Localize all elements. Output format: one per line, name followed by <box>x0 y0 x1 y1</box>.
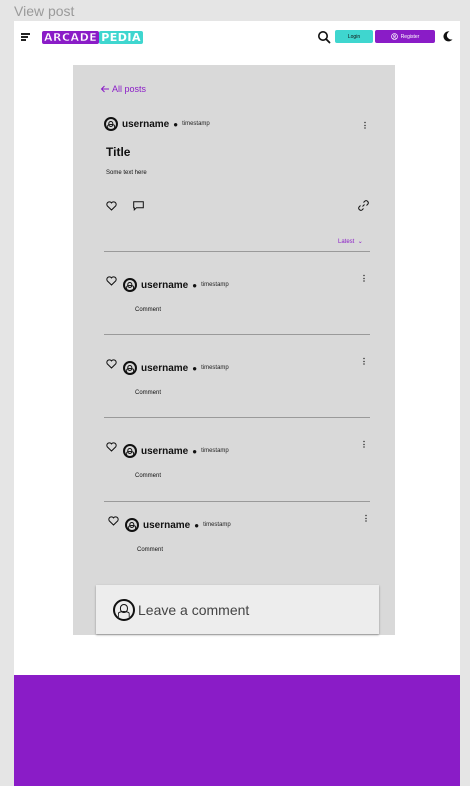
more-vertical-icon[interactable]: ⋮ <box>360 441 368 449</box>
divider <box>104 334 370 335</box>
frame-title: View post <box>14 3 75 19</box>
link-icon[interactable] <box>357 199 370 212</box>
comment-text: Comment <box>135 307 162 313</box>
logo-part-arcade: ARCADE <box>42 31 100 44</box>
divider <box>104 417 370 418</box>
more-vertical-icon[interactable]: ⋮ <box>361 122 369 130</box>
user-avatar-icon[interactable] <box>125 518 139 532</box>
login-button-label: Login <box>347 33 361 40</box>
comment-author: username ● timestamp <box>125 518 231 532</box>
heart-icon[interactable] <box>108 516 119 526</box>
divider <box>104 501 370 502</box>
footer <box>14 675 460 786</box>
user-avatar-icon[interactable] <box>123 278 137 292</box>
comment-timestamp: timestamp <box>203 522 231 528</box>
leave-comment-placeholder: Leave a comment <box>138 601 250 618</box>
register-button-label: Register <box>400 33 420 40</box>
comment-author: username ● timestamp <box>123 278 229 292</box>
comment-username[interactable]: username <box>141 446 188 457</box>
post-title: Title <box>106 145 131 159</box>
comment-username[interactable]: username <box>143 520 190 531</box>
search-icon[interactable] <box>317 30 331 44</box>
comment-timestamp: timestamp <box>201 365 229 371</box>
moon-icon[interactable] <box>443 31 453 42</box>
separator-dot: ● <box>173 119 179 129</box>
logo-part-pedia: PEDIA <box>99 31 144 44</box>
comment-username[interactable]: username <box>141 280 188 291</box>
separator-dot: ● <box>192 280 198 290</box>
user-icon <box>390 33 398 40</box>
login-button[interactable]: Login <box>335 30 373 43</box>
more-vertical-icon[interactable]: ⋮ <box>360 275 368 283</box>
comment-icon[interactable] <box>133 201 144 211</box>
more-vertical-icon[interactable]: ⋮ <box>362 515 370 523</box>
back-to-all-posts-link[interactable]: All posts <box>100 84 146 94</box>
post-author: username ● timestamp <box>104 117 210 131</box>
back-link-label: All posts <box>112 84 147 94</box>
comment-author: username ● timestamp <box>123 361 229 375</box>
comment-text: Comment <box>135 473 162 479</box>
heart-icon[interactable] <box>106 276 117 286</box>
comment-text: Comment <box>137 547 164 553</box>
separator-dot: ● <box>192 363 198 373</box>
user-avatar-icon <box>113 598 135 621</box>
divider <box>104 251 370 252</box>
comment-username[interactable]: username <box>141 363 188 374</box>
heart-icon[interactable] <box>106 359 117 369</box>
menu-icon[interactable] <box>21 33 30 41</box>
post-body: Some text here <box>106 170 147 176</box>
sort-label: Latest <box>338 239 355 245</box>
separator-dot: ● <box>194 520 200 530</box>
comment-author: username ● timestamp <box>123 444 229 458</box>
more-vertical-icon[interactable]: ⋮ <box>360 358 368 366</box>
leave-comment-input[interactable]: Leave a comment <box>96 585 379 634</box>
post-timestamp: timestamp <box>182 121 210 127</box>
top-nav: ARCADE PEDIA Login Register <box>14 21 460 53</box>
user-avatar-icon[interactable] <box>123 361 137 375</box>
post-username[interactable]: username <box>122 119 169 130</box>
comment-timestamp: timestamp <box>201 282 229 288</box>
heart-icon[interactable] <box>106 442 117 452</box>
page-frame: ARCADE PEDIA Login Register All posts us… <box>14 21 460 786</box>
register-button[interactable]: Register <box>375 30 435 43</box>
chevron-down-icon: ⌄ <box>356 239 363 245</box>
separator-dot: ● <box>192 446 198 456</box>
user-avatar-icon[interactable] <box>104 117 118 131</box>
post-card: All posts username ● timestamp ⋮ Title S… <box>73 65 395 635</box>
arrow-left-icon <box>100 85 109 93</box>
comment-text: Comment <box>135 390 162 396</box>
sort-dropdown[interactable]: Latest ⌄ <box>338 238 363 245</box>
comment-timestamp: timestamp <box>201 448 229 454</box>
heart-icon[interactable] <box>106 201 117 211</box>
logo[interactable]: ARCADE PEDIA <box>42 31 144 44</box>
user-avatar-icon[interactable] <box>123 444 137 458</box>
